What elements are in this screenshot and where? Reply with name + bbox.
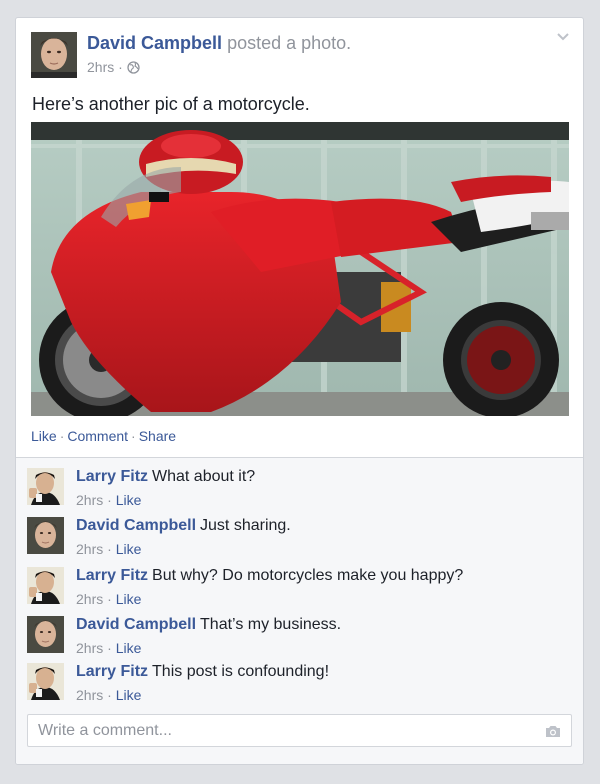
- commenter-avatar[interactable]: [27, 517, 64, 554]
- comment-meta: 2hrs · Like: [76, 687, 141, 703]
- post-author-name[interactable]: David Campbell: [87, 33, 222, 53]
- commenter-name[interactable]: Larry Fitz: [76, 567, 148, 584]
- commenter-avatar[interactable]: [27, 663, 64, 700]
- comment-text: Just sharing.: [200, 517, 291, 534]
- commenter-name[interactable]: David Campbell: [76, 517, 196, 534]
- commenter-name[interactable]: David Campbell: [76, 616, 196, 633]
- comment-item: Larry Fitz What about it? 2hrs · Like: [27, 468, 567, 508]
- share-link[interactable]: Share: [139, 428, 176, 444]
- comment-meta: 2hrs · Like: [76, 541, 141, 557]
- comment-like-link[interactable]: Like: [116, 687, 142, 703]
- post-text: Here’s another pic of a motorcycle.: [32, 94, 310, 114]
- post-card: David Campbell posted a photo. 2hrs · He…: [15, 17, 584, 765]
- comments-section: Larry Fitz What about it? 2hrs · Like Da…: [16, 457, 583, 764]
- post-meta: 2hrs ·: [87, 59, 140, 77]
- comment-timestamp[interactable]: 2hrs: [76, 591, 103, 607]
- comment-text-line: Larry Fitz This post is confounding!: [76, 663, 329, 681]
- commenter-avatar[interactable]: [27, 567, 64, 604]
- author-avatar[interactable]: [31, 32, 77, 78]
- comment-item: Larry Fitz But why? Do motorcycles make y…: [27, 567, 567, 607]
- comment-text: But why? Do motorcycles make you happy?: [152, 567, 464, 584]
- post-timestamp[interactable]: 2hrs: [87, 59, 114, 75]
- comment-item: David Campbell Just sharing. 2hrs · Like: [27, 517, 567, 557]
- comment-timestamp[interactable]: 2hrs: [76, 640, 103, 656]
- comment-text-line: David Campbell That’s my business.: [76, 616, 341, 634]
- comment-timestamp[interactable]: 2hrs: [76, 492, 103, 508]
- actions-separator: ·: [59, 428, 65, 444]
- commenter-avatar[interactable]: [27, 468, 64, 505]
- comment-input[interactable]: [28, 715, 538, 746]
- comment-meta: 2hrs · Like: [76, 591, 141, 607]
- comment-text: That’s my business.: [200, 616, 342, 633]
- meta-separator: ·: [107, 541, 112, 557]
- comment-like-link[interactable]: Like: [116, 591, 142, 607]
- meta-separator: ·: [107, 492, 112, 508]
- comment-timestamp[interactable]: 2hrs: [76, 541, 103, 557]
- chevron-down-icon[interactable]: [555, 30, 571, 42]
- comment-text-line: David Campbell Just sharing.: [76, 517, 291, 535]
- comment-link[interactable]: Comment: [67, 428, 128, 444]
- meta-separator: ·: [118, 59, 123, 75]
- post-actions: Like · Comment · Share: [31, 428, 176, 444]
- meta-separator: ·: [107, 640, 112, 656]
- post-author-line: David Campbell posted a photo.: [87, 33, 351, 54]
- camera-icon[interactable]: [545, 724, 561, 738]
- comment-text-line: Larry Fitz But why? Do motorcycles make y…: [76, 567, 463, 585]
- post-action-text: posted a photo.: [227, 33, 352, 53]
- commenter-avatar[interactable]: [27, 616, 64, 653]
- comment-item: Larry Fitz This post is confounding! 2hrs…: [27, 663, 567, 703]
- comment-like-link[interactable]: Like: [116, 541, 142, 557]
- post-header: David Campbell posted a photo. 2hrs ·: [31, 32, 561, 82]
- commenter-name[interactable]: Larry Fitz: [76, 663, 148, 680]
- globe-icon[interactable]: [127, 61, 140, 77]
- meta-separator: ·: [107, 687, 112, 703]
- comment-like-link[interactable]: Like: [116, 640, 142, 656]
- comment-text-line: Larry Fitz What about it?: [76, 468, 255, 486]
- comment-text: What about it?: [152, 468, 256, 485]
- comment-meta: 2hrs · Like: [76, 640, 141, 656]
- actions-separator: ·: [131, 428, 136, 444]
- meta-separator: ·: [107, 591, 112, 607]
- post-photo[interactable]: [31, 122, 569, 416]
- like-link[interactable]: Like: [31, 428, 57, 444]
- comment-timestamp[interactable]: 2hrs: [76, 687, 103, 703]
- comment-box: [27, 714, 572, 747]
- comment-item: David Campbell That’s my business. 2hrs ·…: [27, 616, 567, 656]
- comment-meta: 2hrs · Like: [76, 492, 141, 508]
- comment-like-link[interactable]: Like: [116, 492, 142, 508]
- commenter-name[interactable]: Larry Fitz: [76, 468, 148, 485]
- comment-text: This post is confounding!: [152, 663, 330, 680]
